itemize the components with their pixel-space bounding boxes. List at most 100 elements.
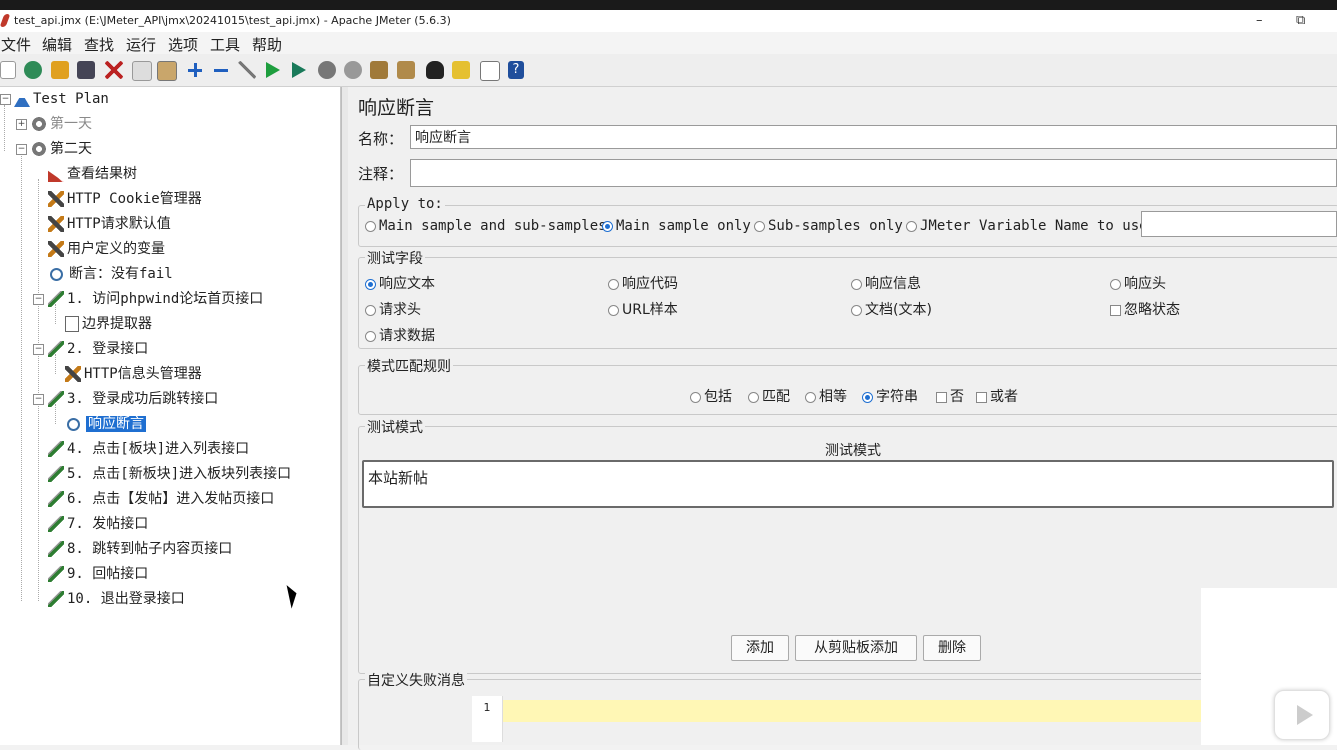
start-no-pause-icon[interactable]	[292, 62, 306, 78]
tree-node-sampler-7[interactable]: 7. 发帖接口	[48, 513, 148, 535]
delete-button[interactable]: 删除	[923, 635, 981, 661]
open-icon[interactable]	[51, 61, 69, 79]
tree-node-sampler-2[interactable]: 2. 登录接口	[48, 338, 148, 360]
field-request-data-radio[interactable]: 请求数据	[365, 325, 435, 345]
tree-node-sampler-9[interactable]: 9. 回帖接口	[48, 563, 148, 585]
tree-node-http-defaults[interactable]: HTTP请求默认值	[48, 213, 171, 235]
play-icon[interactable]	[1274, 690, 1330, 740]
save-icon[interactable]	[77, 61, 95, 79]
tree-node-boundary-extractor[interactable]: 边界提取器	[65, 313, 152, 335]
field-response-text-radio[interactable]: 响应文本	[365, 273, 435, 293]
menu-file[interactable]: 文件	[1, 34, 31, 55]
rule-contains-radio[interactable]: 包括	[690, 386, 732, 406]
collapse-toggle[interactable]: −	[33, 294, 44, 305]
menu-search[interactable]: 查找	[84, 34, 114, 55]
stop-icon[interactable]	[318, 61, 336, 79]
tree-node-sampler-10[interactable]: 10. 退出登录接口	[48, 588, 185, 610]
pipette-icon	[48, 441, 64, 457]
rule-matches-radio[interactable]: 匹配	[748, 386, 790, 406]
tree-node-sampler-6[interactable]: 6. 点击【发帖】进入发帖页接口	[48, 488, 274, 510]
wrench-icon	[48, 241, 64, 257]
clear-icon[interactable]	[370, 61, 388, 79]
new-icon[interactable]	[0, 61, 16, 79]
field-response-message-radio[interactable]: 响应信息	[851, 273, 921, 293]
field-to-test-title: 测试字段	[365, 248, 425, 268]
collapse-icon[interactable]	[212, 61, 230, 79]
start-icon[interactable]	[266, 62, 280, 78]
field-url-sampled-radio[interactable]: URL样本	[608, 299, 678, 319]
comment-field[interactable]	[410, 159, 1337, 187]
tree-node-cookie-manager[interactable]: HTTP Cookie管理器	[48, 188, 202, 210]
radio-indicator	[690, 391, 701, 403]
add-button[interactable]: 添加	[731, 635, 789, 661]
custom-failure-message-title: 自定义失败消息	[365, 670, 467, 690]
apply-to-group: Apply to: Main sample and sub-samples Ma…	[358, 196, 1337, 247]
tree-node-sampler-5[interactable]: 5. 点击[新板块]进入板块列表接口	[48, 463, 291, 485]
variable-name-input[interactable]	[1141, 211, 1337, 237]
collapse-toggle[interactable]: −	[0, 94, 11, 105]
field-document-text-radio[interactable]: 文档(文本)	[851, 299, 932, 319]
rule-equals-radio[interactable]: 相等	[805, 386, 847, 406]
cut-icon[interactable]	[105, 61, 123, 79]
name-field[interactable]: 响应断言	[410, 125, 1337, 149]
expand-icon[interactable]	[186, 61, 204, 79]
apply-main-and-sub-radio[interactable]: Main sample and sub-samples	[365, 218, 607, 234]
tree-node-assertion-no-fail[interactable]: 断言：没有fail	[48, 263, 173, 285]
tree-line	[21, 154, 22, 601]
screen-top-strip	[0, 0, 1337, 10]
apply-sub-only-radio[interactable]: Sub-samples only	[754, 218, 903, 234]
name-label: 名称：	[358, 130, 404, 148]
tree-node-test-plan[interactable]: Test Plan	[14, 88, 109, 110]
collapse-toggle[interactable]: −	[33, 344, 44, 355]
field-response-code-radio[interactable]: 响应代码	[608, 273, 678, 293]
add-from-clipboard-button[interactable]: 从剪贴板添加	[795, 635, 917, 661]
gear-icon	[31, 141, 47, 157]
pattern-row[interactable]: 本站新帖	[368, 467, 428, 488]
reset-search-icon[interactable]	[452, 61, 470, 79]
menu-run[interactable]: 运行	[126, 34, 156, 55]
tree-node-sampler-4[interactable]: 4. 点击[板块]进入列表接口	[48, 438, 249, 460]
apply-main-only-radio[interactable]: Main sample only	[602, 218, 751, 234]
copy-icon[interactable]	[132, 61, 152, 81]
function-helper-icon[interactable]	[480, 61, 500, 81]
help-icon[interactable]: ?	[508, 61, 524, 79]
rule-or-checkbox[interactable]: 或者	[976, 386, 1018, 406]
magnifier-icon	[67, 417, 80, 431]
menu-tools[interactable]: 工具	[210, 34, 240, 55]
field-request-headers-radio[interactable]: 请求头	[365, 299, 421, 319]
templates-icon[interactable]	[24, 61, 42, 79]
tree-node-response-assertion[interactable]: 响应断言	[65, 413, 146, 435]
restore-button[interactable]: ⧉	[1296, 10, 1305, 32]
rule-substring-radio[interactable]: 字符串	[862, 386, 918, 406]
tree-node-thread-group-2[interactable]: 第二天	[31, 138, 92, 160]
menu-edit[interactable]: 编辑	[42, 34, 72, 55]
tree-node-user-variables[interactable]: 用户定义的变量	[48, 238, 165, 260]
apply-variable-radio[interactable]: JMeter Variable Name to use	[906, 218, 1148, 234]
pattern-matching-rules-title: 模式匹配规则	[365, 356, 453, 376]
ignore-status-checkbox[interactable]: 忽略状态	[1110, 299, 1180, 319]
collapse-toggle[interactable]: −	[33, 394, 44, 405]
tree-node-sampler-1[interactable]: 1. 访问phpwind论坛首页接口	[48, 288, 263, 310]
toggle-icon[interactable]	[238, 61, 256, 79]
minimize-button[interactable]: –	[1256, 10, 1263, 32]
shutdown-icon[interactable]	[344, 61, 362, 79]
field-response-headers-radio[interactable]: 响应头	[1110, 273, 1166, 293]
patterns-table[interactable]: 本站新帖	[362, 460, 1334, 508]
paste-icon[interactable]	[157, 61, 177, 81]
tree-line	[4, 105, 5, 151]
rule-not-checkbox[interactable]: 否	[936, 386, 964, 406]
tree-node-sampler-8[interactable]: 8. 跳转到帖子内容页接口	[48, 538, 232, 560]
tree-node-thread-group-1[interactable]: 第一天	[31, 113, 92, 135]
radio-indicator	[608, 278, 619, 290]
collapse-toggle[interactable]: −	[16, 144, 27, 155]
expand-toggle[interactable]: +	[16, 119, 27, 130]
radio-indicator-selected	[365, 278, 376, 290]
search-icon[interactable]	[426, 61, 444, 79]
tree-node-header-manager[interactable]: HTTP信息头管理器	[65, 363, 202, 385]
menu-options[interactable]: 选项	[168, 34, 198, 55]
radio-indicator-selected	[602, 220, 613, 232]
menu-help[interactable]: 帮助	[252, 34, 282, 55]
tree-node-sampler-3[interactable]: 3. 登录成功后跳转接口	[48, 388, 218, 410]
tree-node-results-tree[interactable]: 查看结果树	[48, 163, 137, 185]
clear-all-icon[interactable]	[397, 61, 415, 79]
